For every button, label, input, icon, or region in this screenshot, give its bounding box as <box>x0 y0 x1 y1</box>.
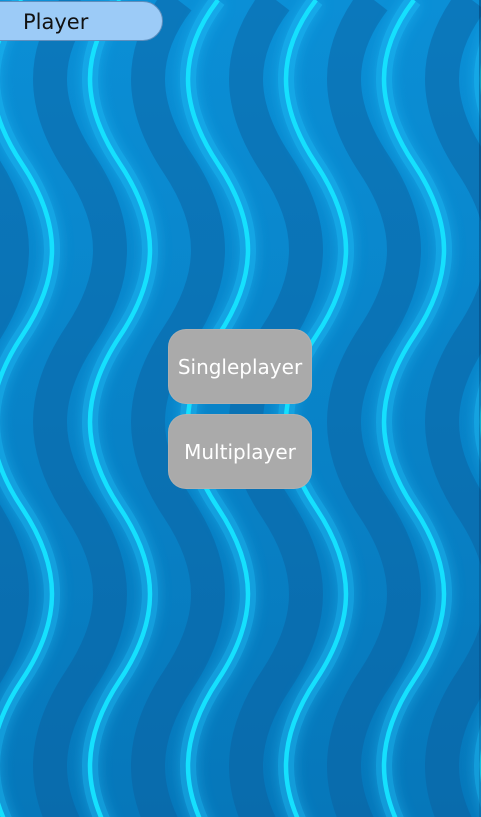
player-tab-label: Player <box>23 10 89 34</box>
wave-pattern-icon <box>0 0 481 817</box>
game-menu-screen: Player Singleplayer Multiplayer <box>0 0 481 817</box>
player-tab[interactable]: Player <box>0 1 163 41</box>
singleplayer-button[interactable]: Singleplayer <box>168 329 312 404</box>
multiplayer-button[interactable]: Multiplayer <box>168 414 312 489</box>
